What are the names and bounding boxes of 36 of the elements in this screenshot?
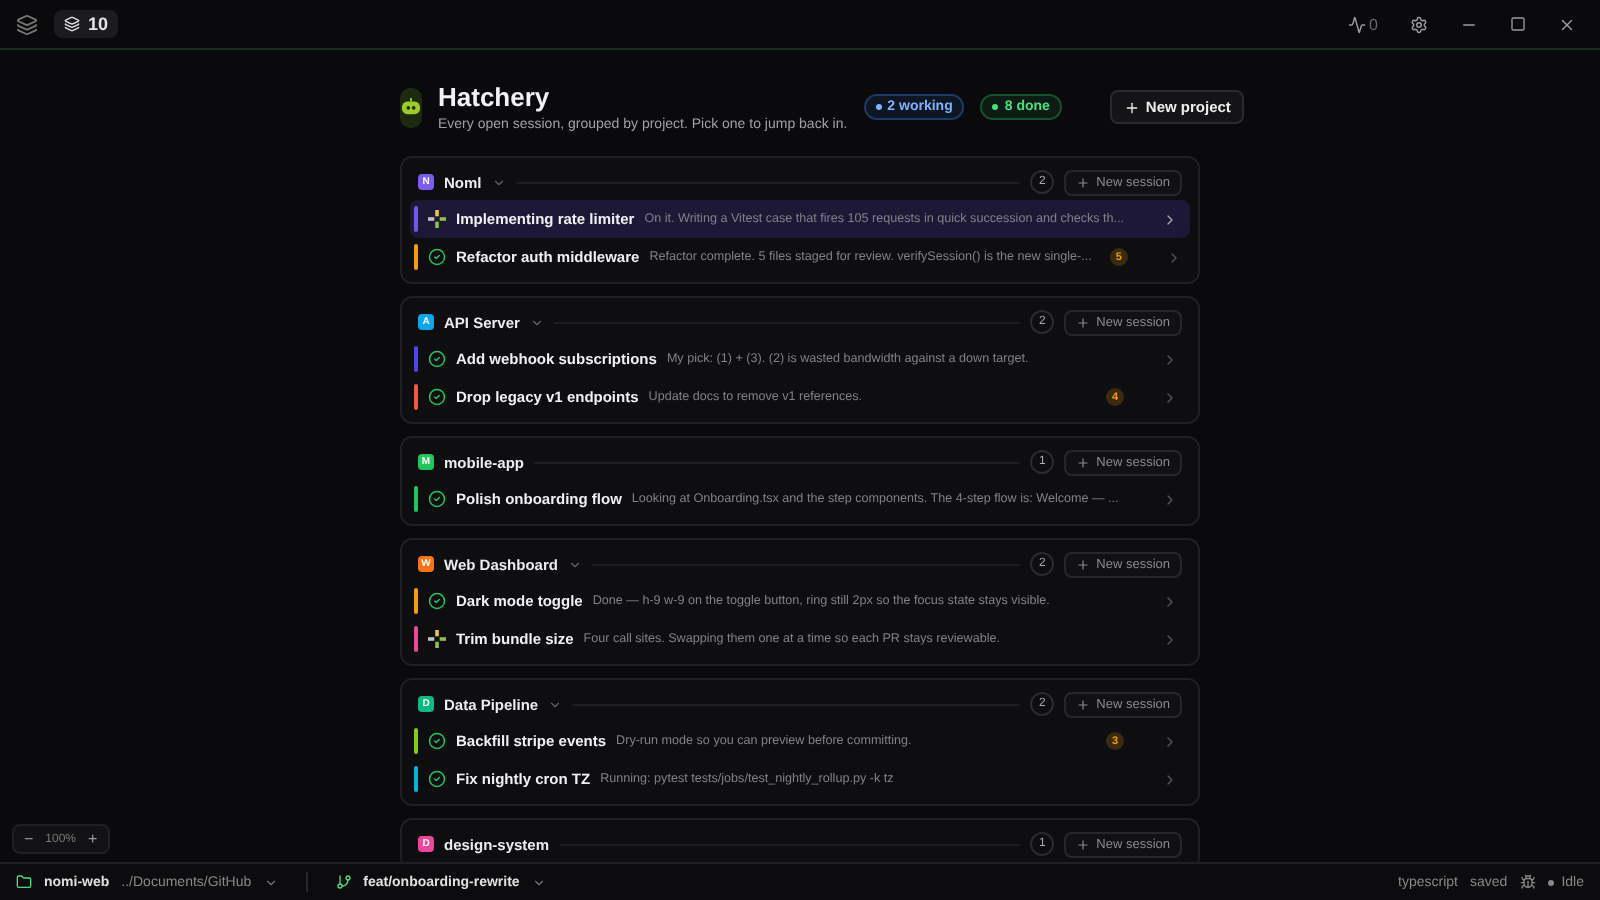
chevron-right-icon	[1162, 593, 1178, 609]
activity-count: 0	[1369, 15, 1378, 33]
chevron-down-icon[interactable]	[531, 875, 546, 889]
sessions-badge[interactable]: 10	[54, 10, 119, 38]
chevron-right-icon	[1162, 733, 1178, 749]
zoom-out-button[interactable]: −	[24, 830, 34, 848]
plus-icon	[1123, 99, 1140, 115]
chevron-down-icon[interactable]	[263, 875, 278, 889]
chevron-right-icon	[1162, 631, 1178, 647]
branch-icon	[335, 874, 352, 890]
chevron-right-icon	[1162, 389, 1178, 405]
chevron-down-icon[interactable]	[529, 315, 544, 329]
chevron-down-icon[interactable]	[567, 557, 582, 571]
chevron-down-icon[interactable]	[491, 175, 506, 189]
close-icon[interactable]	[1558, 15, 1576, 33]
chevron-right-icon	[1162, 351, 1178, 367]
plus-icon	[1076, 557, 1091, 571]
chevron-right-icon	[1162, 771, 1178, 787]
settings-icon[interactable]	[1410, 15, 1428, 33]
page-title: Hatchery	[438, 82, 552, 112]
plus-icon	[1076, 175, 1091, 189]
app-logo	[400, 87, 422, 127]
plus-icon	[1076, 315, 1091, 329]
folder-icon	[16, 874, 32, 890]
chevron-right-icon	[1162, 491, 1178, 507]
plus-icon	[1076, 837, 1091, 851]
activity-icon[interactable]	[1347, 15, 1366, 33]
maximize-icon[interactable]	[1510, 16, 1526, 32]
bug-icon[interactable]	[1519, 874, 1536, 890]
plus-icon	[1076, 697, 1091, 711]
plus-icon	[1076, 455, 1091, 469]
logo-icon	[16, 13, 38, 35]
zoom-in-button[interactable]: +	[88, 830, 98, 848]
chevron-right-icon	[1162, 211, 1178, 227]
chevron-down-icon[interactable]	[548, 697, 563, 711]
layers-icon	[64, 16, 80, 32]
